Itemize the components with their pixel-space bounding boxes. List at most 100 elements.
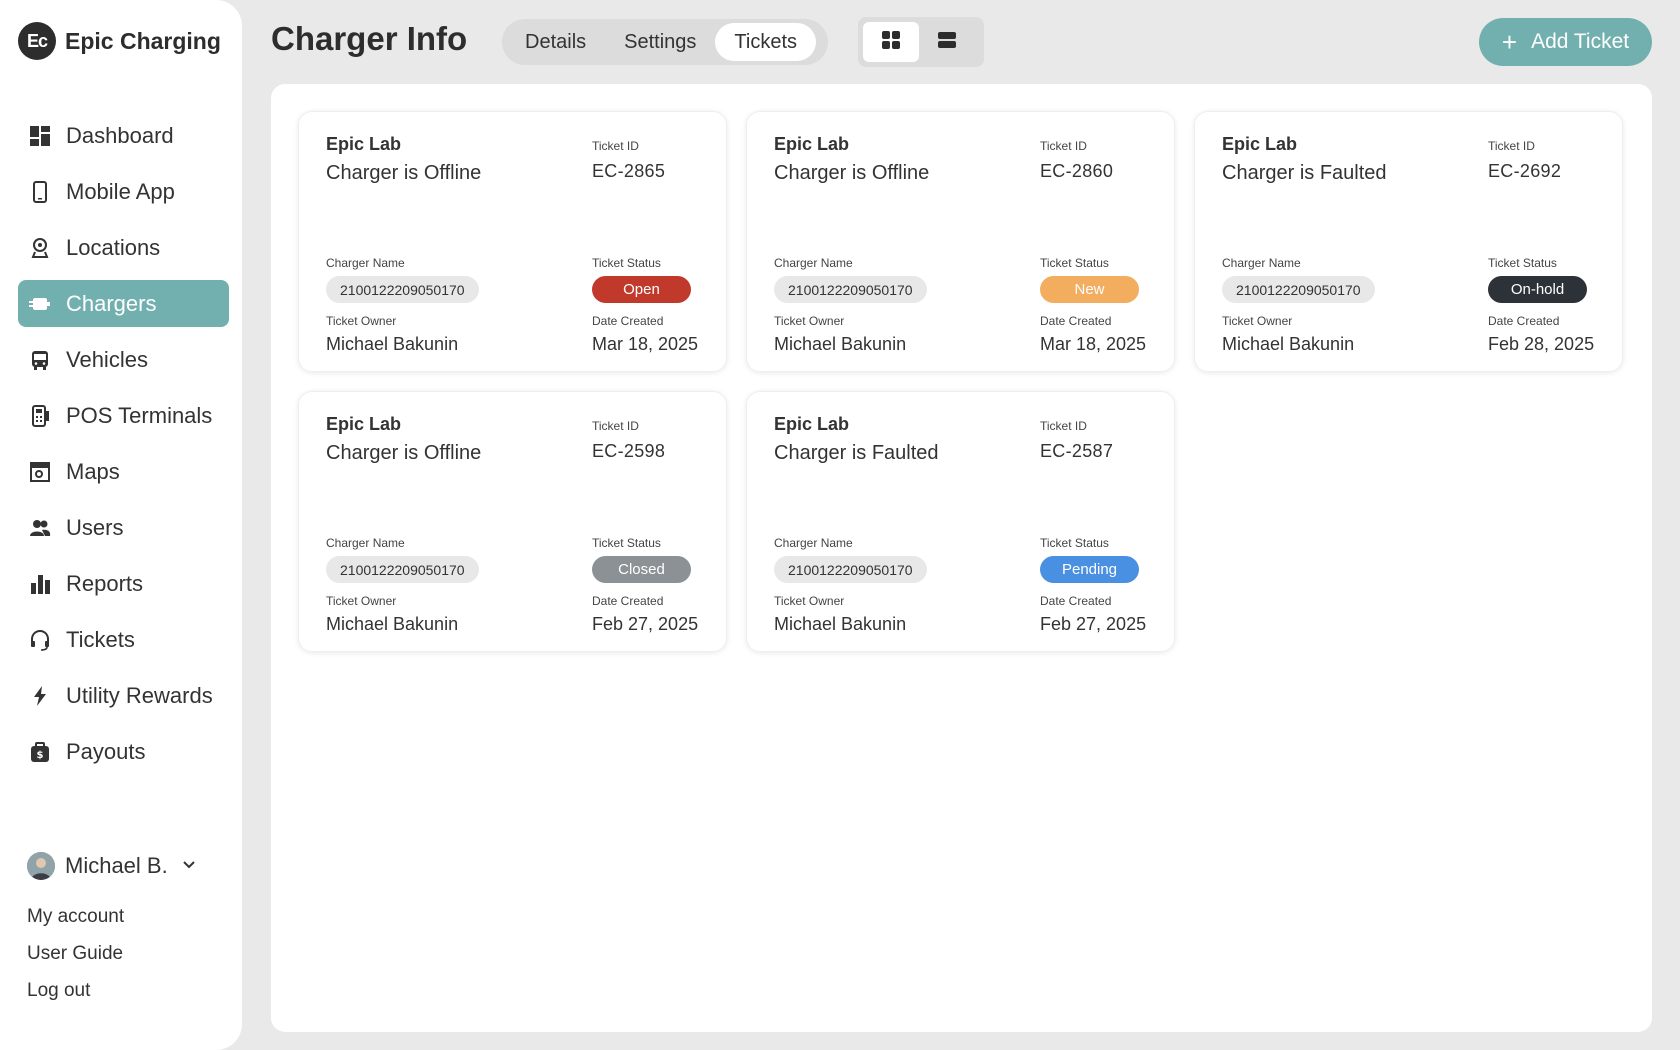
ticket-card[interactable]: Epic Lab Charger is Offline Ticket ID EC…	[298, 111, 727, 372]
pos-terminal-icon	[29, 404, 51, 427]
sidebar-item-utility-rewards[interactable]: Utility Rewards	[18, 672, 229, 719]
ticket-card[interactable]: Epic Lab Charger is Faulted Ticket ID EC…	[1194, 111, 1623, 372]
date-created: Feb 27, 2025	[592, 614, 699, 634]
plus-icon: +	[1501, 27, 1518, 57]
ticket-id: EC-2692	[1488, 161, 1562, 181]
sidebar-item-locations[interactable]: Locations	[18, 224, 229, 271]
sidebar-item-payouts[interactable]: $ Payouts	[18, 728, 229, 775]
sidebar-item-mobile-app[interactable]: Mobile App	[18, 168, 229, 215]
my-account-link[interactable]: My account	[27, 898, 196, 935]
charger-name-chip: 2100122209050170	[1222, 276, 1375, 303]
brand[interactable]: Ec Epic Charging	[18, 22, 221, 60]
user-links: My account User Guide Log out	[27, 898, 196, 1009]
charger-icon	[29, 293, 51, 315]
ticket-card[interactable]: Epic Lab Charger is Offline Ticket ID EC…	[746, 111, 1175, 372]
sidebar-item-tickets[interactable]: Tickets	[18, 616, 229, 663]
sidebar-item-label: POS Terminals	[66, 402, 213, 428]
lightning-icon	[29, 685, 51, 707]
ticket-issue: Charger is Offline	[774, 162, 930, 184]
date-created-label: Date Created	[592, 594, 664, 608]
tab-details[interactable]: Details	[506, 23, 605, 61]
ticket-site: Epic Lab	[774, 414, 850, 434]
date-created: Mar 18, 2025	[592, 334, 699, 354]
ticket-id-label: Ticket ID	[1040, 419, 1087, 433]
list-icon	[937, 30, 957, 55]
user-name: Michael B.	[65, 853, 168, 878]
ticket-owner-label: Ticket Owner	[326, 594, 397, 608]
status-badge: On-hold	[1488, 276, 1587, 303]
add-ticket-button[interactable]: + Add Ticket	[1479, 18, 1652, 66]
page-title: Charger Info	[271, 20, 468, 57]
tab-bar: Details Settings Tickets	[502, 19, 828, 65]
ticket-card[interactable]: Epic Lab Charger is Offline Ticket ID EC…	[298, 391, 727, 652]
ticket-id-label: Ticket ID	[1040, 139, 1087, 153]
ticket-id: EC-2860	[1040, 161, 1114, 181]
date-created: Feb 28, 2025	[1488, 334, 1595, 354]
grid-icon	[881, 30, 901, 55]
ticket-card[interactable]: Epic Lab Charger is Faulted Ticket ID EC…	[746, 391, 1175, 652]
ticket-site: Epic Lab	[326, 414, 402, 434]
ticket-id-label: Ticket ID	[592, 139, 639, 153]
status-badge: Open	[592, 276, 691, 303]
ticket-site: Epic Lab	[326, 134, 402, 154]
status-badge: Pending	[1040, 556, 1139, 583]
chevron-down-icon	[182, 857, 196, 875]
wallet-icon: $	[29, 741, 51, 763]
ticket-status-label: Ticket Status	[1040, 256, 1109, 270]
tab-tickets[interactable]: Tickets	[715, 23, 817, 61]
view-toggle	[858, 17, 984, 67]
date-created-label: Date Created	[1040, 594, 1112, 608]
sidebar-item-reports[interactable]: Reports	[18, 560, 229, 607]
sidebar-item-vehicles[interactable]: Vehicles	[18, 336, 229, 383]
sidebar-item-pos-terminals[interactable]: POS Terminals	[18, 392, 229, 439]
ticket-status-label: Ticket Status	[592, 256, 661, 270]
ticket-site: Epic Lab	[1222, 134, 1298, 154]
list-view-button[interactable]	[919, 22, 975, 62]
charger-name-chip: 2100122209050170	[774, 556, 927, 583]
log-out-link[interactable]: Log out	[27, 972, 196, 1009]
location-pin-icon	[29, 237, 51, 259]
user-guide-link[interactable]: User Guide	[27, 935, 196, 972]
ticket-id: EC-2587	[1040, 441, 1114, 461]
user-menu-toggle[interactable]: Michael B.	[27, 852, 196, 880]
ticket-status-label: Ticket Status	[1488, 256, 1557, 270]
charger-name-label: Charger Name	[326, 536, 405, 550]
user-block: Michael B. My account User Guide Log out	[27, 852, 196, 1009]
tab-settings[interactable]: Settings	[605, 23, 715, 61]
bus-icon	[29, 349, 51, 371]
sidebar-item-maps[interactable]: Maps	[18, 448, 229, 495]
avatar	[27, 852, 55, 880]
sidebar-item-chargers[interactable]: Chargers	[18, 280, 229, 327]
sidebar-item-label: Tickets	[66, 626, 135, 652]
sidebar: Ec Epic Charging Dashboard Mobile App Lo…	[0, 0, 242, 1050]
sidebar-item-label: Payouts	[66, 738, 146, 764]
sidebar-item-users[interactable]: Users	[18, 504, 229, 551]
ticket-id: EC-2598	[592, 441, 666, 461]
brand-logo: Ec	[18, 22, 56, 60]
app-root: Ec Epic Charging Dashboard Mobile App Lo…	[0, 0, 1680, 1050]
ticket-owner: Michael Bakunin	[774, 334, 907, 354]
sidebar-item-dashboard[interactable]: Dashboard	[18, 112, 229, 159]
tickets-panel: Epic Lab Charger is Offline Ticket ID EC…	[271, 84, 1652, 1032]
status-badge: New	[1040, 276, 1139, 303]
add-ticket-label: Add Ticket	[1531, 30, 1630, 53]
ticket-id-label: Ticket ID	[1488, 139, 1535, 153]
ticket-id: EC-2865	[592, 161, 666, 181]
ticket-issue: Charger is Faulted	[1222, 162, 1387, 184]
ticket-owner: Michael Bakunin	[1222, 334, 1355, 354]
brand-name: Epic Charging	[65, 27, 221, 54]
sidebar-item-label: Reports	[66, 570, 144, 596]
charger-name-chip: 2100122209050170	[326, 276, 479, 303]
grid-view-button[interactable]	[863, 22, 919, 62]
ticket-status-label: Ticket Status	[592, 536, 661, 550]
date-created: Feb 27, 2025	[1040, 614, 1147, 634]
ticket-issue: Charger is Offline	[326, 442, 482, 464]
sidebar-nav: Dashboard Mobile App Locations Chargers	[18, 112, 229, 784]
headset-icon	[29, 629, 51, 651]
sidebar-item-label: Dashboard	[66, 122, 174, 148]
dashboard-icon	[29, 125, 51, 147]
sidebar-item-label: Users	[66, 514, 124, 540]
date-created: Mar 18, 2025	[1040, 334, 1147, 354]
date-created-label: Date Created	[592, 314, 664, 328]
charger-name-label: Charger Name	[326, 256, 405, 270]
